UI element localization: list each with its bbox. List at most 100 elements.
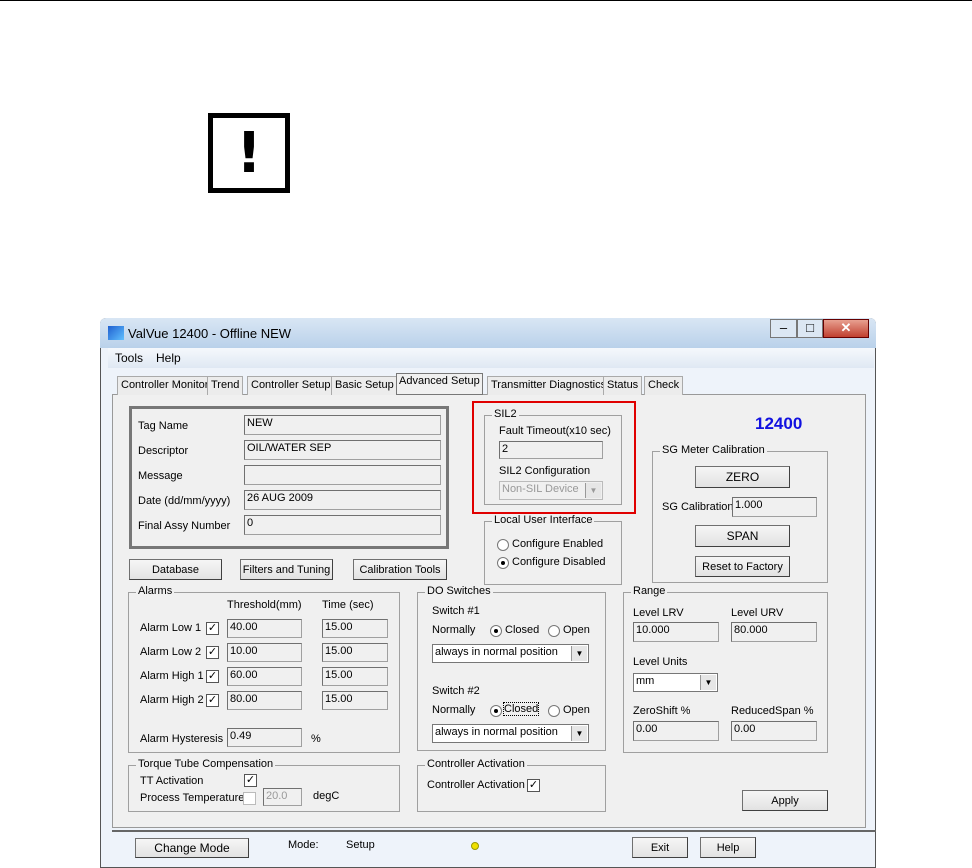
tab-status[interactable]: Status [603, 376, 643, 395]
level-urv-field[interactable]: 80.000 [731, 622, 817, 642]
switch2-closed-label[interactable]: Closed [502, 702, 540, 716]
alarm-enable-checkbox[interactable]: ✓ [206, 646, 219, 659]
process-temp-checkbox[interactable] [243, 792, 256, 805]
menu-help[interactable]: Help [156, 351, 181, 365]
tab-basic-setup[interactable]: Basic Setup [331, 376, 398, 395]
reduced-span-label: ReducedSpan % [731, 705, 814, 717]
hysteresis-field[interactable]: 0.49 [227, 728, 302, 747]
switch2-open-radio[interactable] [548, 705, 560, 717]
tab-controller-setup[interactable]: Controller Setup [247, 376, 335, 395]
database-button[interactable]: Database [129, 559, 222, 580]
switch2-open-label[interactable]: Open [563, 704, 590, 716]
process-temp-field[interactable]: 20.0 [263, 788, 302, 806]
reduced-span-field[interactable]: 0.00 [731, 721, 817, 741]
switch1-mode-value: always in normal position [435, 646, 558, 658]
exit-button[interactable]: Exit [632, 837, 688, 858]
zero-shift-field[interactable]: 0.00 [633, 721, 719, 741]
do-switches-title: DO Switches [425, 585, 493, 597]
date-label: Date (dd/mm/yyyy) [138, 495, 231, 507]
alarm-time-field[interactable]: 15.00 [322, 643, 388, 662]
level-units-select[interactable]: mm ▼ [633, 673, 718, 692]
tag-name-field[interactable]: NEW [244, 415, 441, 435]
configure-disabled-label[interactable]: Configure Disabled [512, 556, 606, 568]
switch2-closed-radio[interactable] [490, 705, 502, 717]
tab-advanced-setup[interactable]: Advanced Setup [396, 373, 483, 395]
switch1-label: Switch #1 [432, 605, 480, 617]
alarm-threshold-field[interactable]: 60.00 [227, 667, 302, 686]
configure-disabled-radio[interactable] [497, 557, 509, 569]
level-lrv-label: Level LRV [633, 607, 684, 619]
fault-timeout-field[interactable]: 2 [499, 441, 603, 459]
alarm-time-field[interactable]: 15.00 [322, 619, 388, 638]
apply-button[interactable]: Apply [742, 790, 828, 811]
switch1-mode-select[interactable]: always in normal position ▼ [432, 644, 589, 663]
mode-value: Setup [346, 839, 375, 851]
message-label: Message [138, 470, 183, 482]
configure-enabled-radio[interactable] [497, 539, 509, 551]
configure-enabled-label[interactable]: Configure Enabled [512, 538, 603, 550]
title-bar: ValVue 12400 - Offline NEW – □ ✕ [100, 318, 876, 348]
sil2-config-select[interactable]: Non-SIL Device ▼ [499, 481, 603, 500]
tab-trend[interactable]: Trend [207, 376, 244, 395]
chevron-down-icon: ▼ [585, 483, 601, 498]
controller-activation-label: Controller Activation [427, 779, 525, 791]
change-mode-button[interactable]: Change Mode [135, 838, 249, 858]
process-temp-label: Process Temperature [140, 792, 245, 804]
tt-activation-checkbox[interactable]: ✓ [244, 774, 257, 787]
status-separator [112, 830, 876, 832]
controller-activation-title: Controller Activation [425, 758, 527, 770]
tag-name-label: Tag Name [138, 420, 189, 432]
filters-tuning-button[interactable]: Filters and Tuning [240, 559, 333, 580]
sg-calibration-label: SG Calibration [662, 501, 734, 513]
final-assy-field[interactable]: 0 [244, 515, 441, 535]
descriptor-label: Descriptor [138, 445, 189, 457]
tab-transmitter-diagnostics[interactable]: Transmitter Diagnostics [487, 376, 611, 395]
alarm-label: Alarm Low 1 [140, 622, 202, 634]
switch2-mode-select[interactable]: always in normal position ▼ [432, 724, 589, 743]
mode-label: Mode: [288, 839, 319, 851]
switch1-closed-radio[interactable] [490, 625, 502, 637]
menu-tools[interactable]: Tools [115, 351, 143, 365]
close-button[interactable]: ✕ [823, 319, 869, 338]
time-header: Time (sec) [322, 599, 374, 611]
local-ui-group: Local User Interface [484, 514, 622, 585]
alarm-enable-checkbox[interactable]: ✓ [206, 622, 219, 635]
alarm-enable-checkbox[interactable]: ✓ [206, 670, 219, 683]
reset-factory-button[interactable]: Reset to Factory [695, 556, 790, 577]
tab-controller-monitor[interactable]: Controller Monitor [117, 376, 213, 395]
alarm-enable-checkbox[interactable]: ✓ [206, 694, 219, 707]
level-units-value: mm [636, 675, 655, 687]
chevron-down-icon: ▼ [571, 726, 587, 741]
alarm-threshold-field[interactable]: 40.00 [227, 619, 302, 638]
sil2-config-label: SIL2 Configuration [499, 465, 591, 477]
alarm-threshold-field[interactable]: 80.00 [227, 691, 302, 710]
switch1-closed-label[interactable]: Closed [505, 624, 539, 636]
help-button[interactable]: Help [700, 837, 756, 858]
range-title: Range [631, 585, 668, 597]
process-temp-unit: degC [313, 790, 340, 802]
descriptor-field[interactable]: OIL/WATER SEP [244, 440, 441, 460]
minimize-button[interactable]: – [770, 319, 797, 338]
message-field[interactable] [244, 465, 441, 485]
level-lrv-field[interactable]: 10.000 [633, 622, 719, 642]
date-field[interactable]: 26 AUG 2009 [244, 490, 441, 510]
controller-activation-checkbox[interactable]: ✓ [527, 779, 540, 792]
window-title: ValVue 12400 - Offline NEW [128, 326, 292, 341]
tab-check[interactable]: Check [644, 376, 684, 395]
switch1-open-label[interactable]: Open [563, 624, 590, 636]
app-icon [108, 326, 124, 340]
switch2-mode-value: always in normal position [435, 726, 558, 738]
tt-activation-label: TT Activation [140, 775, 204, 787]
zero-button[interactable]: ZERO [695, 466, 790, 488]
alarm-time-field[interactable]: 15.00 [322, 691, 388, 710]
sg-calibration-field[interactable]: 1.000 [732, 497, 817, 517]
span-button[interactable]: SPAN [695, 525, 790, 547]
page-rule [0, 0, 972, 1]
alarms-title: Alarms [136, 585, 175, 597]
maximize-button[interactable]: □ [797, 319, 823, 338]
alarm-threshold-field[interactable]: 10.00 [227, 643, 302, 662]
calibration-tools-button[interactable]: Calibration Tools [353, 559, 447, 580]
alarm-time-field[interactable]: 15.00 [322, 667, 388, 686]
switch1-open-radio[interactable] [548, 625, 560, 637]
model-number: 12400 [755, 414, 803, 433]
